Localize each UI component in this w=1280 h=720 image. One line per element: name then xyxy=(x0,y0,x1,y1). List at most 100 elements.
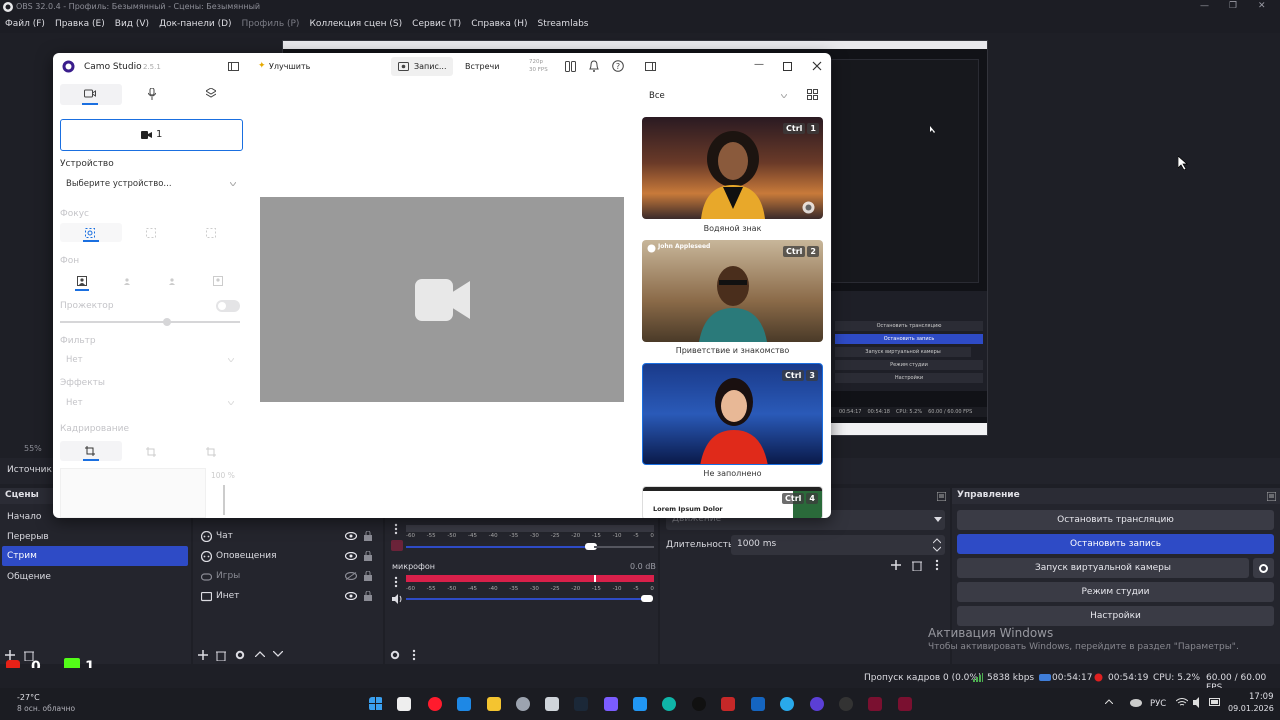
lock-icon[interactable] xyxy=(364,571,372,581)
camo-close-icon[interactable] xyxy=(812,61,822,71)
device-select[interactable]: Выберите устройство... xyxy=(60,175,240,193)
edge-icon[interactable] xyxy=(662,697,676,711)
studio-mode-button[interactable]: Режим студии xyxy=(957,582,1274,602)
columns-icon[interactable] xyxy=(565,61,576,72)
scene-item[interactable]: Общение xyxy=(7,572,51,582)
crop-face-icon[interactable] xyxy=(146,447,156,457)
scene-item-selected[interactable]: Стрим xyxy=(2,546,188,566)
app-icon[interactable] xyxy=(633,697,647,711)
lock-icon[interactable] xyxy=(364,591,372,601)
menu-edit[interactable]: Правка (E) xyxy=(55,19,105,29)
gear-icon[interactable] xyxy=(235,650,245,660)
telegram-icon[interactable] xyxy=(780,697,794,711)
input-language[interactable]: РУС xyxy=(1150,699,1166,709)
source-item[interactable]: Игры xyxy=(216,571,240,581)
source-item[interactable]: Оповещения xyxy=(216,551,276,561)
sidebar-toggle-icon[interactable] xyxy=(228,62,239,71)
menu-profile[interactable]: Профиль (P) xyxy=(242,19,300,29)
meetings-button[interactable]: Встречи xyxy=(465,62,499,71)
tab-camera[interactable] xyxy=(60,84,122,105)
battery-icon[interactable] xyxy=(1209,698,1221,706)
app-icon[interactable] xyxy=(604,697,618,711)
dock-menu-icon[interactable] xyxy=(1267,492,1276,501)
duration-spinbox[interactable]: 1000 ms xyxy=(731,535,945,555)
task-view-icon[interactable] xyxy=(397,697,411,711)
scene-item[interactable]: Начало xyxy=(7,512,41,522)
camo-minimize-icon[interactable]: — xyxy=(754,59,764,70)
record-button[interactable]: Запис... xyxy=(391,57,453,76)
grid-view-icon[interactable] xyxy=(807,89,818,100)
maximize-icon[interactable]: ❐ xyxy=(1229,1,1237,11)
speaker-icon[interactable] xyxy=(392,594,403,604)
layers-icon[interactable] xyxy=(206,88,216,98)
menu-view[interactable]: Вид (V) xyxy=(115,19,149,29)
microphone-icon[interactable] xyxy=(148,88,156,100)
file-explorer-icon[interactable] xyxy=(487,697,501,711)
menu-docks[interactable]: Док-панели (D) xyxy=(159,19,231,29)
panel-toggle-icon[interactable] xyxy=(645,62,656,71)
settings-button[interactable]: Настройки xyxy=(957,606,1274,626)
spotlight-toggle[interactable] xyxy=(216,300,240,312)
overlay-thumbnail[interactable]: Ctrl 1 xyxy=(642,117,823,219)
virtual-camera-settings-button[interactable] xyxy=(1253,558,1274,578)
menu-tools[interactable]: Сервис (T) xyxy=(412,19,461,29)
chevron-up-icon[interactable] xyxy=(255,651,265,657)
camera-slot-1[interactable]: 1 xyxy=(60,119,243,151)
menu-scene-collection[interactable]: Коллекция сцен (S) xyxy=(309,19,402,29)
mic-volume-track[interactable] xyxy=(406,598,648,600)
app-icon[interactable] xyxy=(868,697,882,711)
add-icon[interactable] xyxy=(198,650,208,660)
app-icon[interactable] xyxy=(898,697,912,711)
clock-date[interactable]: 09.01.2026 xyxy=(1228,704,1274,713)
focus-auto-button[interactable] xyxy=(60,223,122,242)
stop-record-button[interactable]: Остановить запись xyxy=(957,534,1274,554)
spotlight-slider-handle[interactable] xyxy=(163,318,171,326)
dock-menu-icon[interactable] xyxy=(937,492,946,501)
tray-chevron-icon[interactable] xyxy=(1105,699,1113,704)
mic-volume-handle[interactable] xyxy=(641,595,653,602)
background-image-icon[interactable] xyxy=(213,276,223,286)
kebab-icon[interactable] xyxy=(394,523,398,535)
trash-icon[interactable] xyxy=(912,560,922,571)
settings-app-icon[interactable] xyxy=(516,697,530,711)
steam-icon[interactable] xyxy=(574,697,588,711)
focus-manual-icon[interactable] xyxy=(206,228,216,238)
windows-start-icon[interactable] xyxy=(369,697,383,711)
app-icon[interactable] xyxy=(457,697,471,711)
source-item[interactable]: Чат xyxy=(216,531,233,541)
source-item[interactable]: Инет xyxy=(216,591,239,601)
menu-streamlabs[interactable]: Streamlabs xyxy=(538,19,589,29)
obs-taskbar-icon[interactable] xyxy=(839,697,853,711)
effects-select[interactable]: Нет xyxy=(66,398,83,408)
crop-manual-icon[interactable] xyxy=(206,447,216,457)
lock-icon[interactable] xyxy=(364,531,372,541)
eye-icon[interactable] xyxy=(345,552,357,560)
weather-temp[interactable]: -27°C xyxy=(17,693,40,702)
camo-maximize-icon[interactable] xyxy=(783,62,792,71)
mixer-settings-icon[interactable] xyxy=(390,650,400,660)
add-icon[interactable] xyxy=(891,560,901,570)
media-player-icon[interactable] xyxy=(692,697,706,711)
kebab-icon[interactable] xyxy=(412,649,416,661)
eye-icon[interactable] xyxy=(345,532,357,540)
stop-stream-button[interactable]: Остановить трансляцию xyxy=(957,510,1274,530)
overlay-thumbnail[interactable]: Lorem Ipsum Dolor Ctrl 4 xyxy=(642,486,823,518)
filter-select[interactable]: Нет xyxy=(66,355,83,365)
eye-icon[interactable] xyxy=(345,592,357,600)
kebab-icon[interactable] xyxy=(394,576,398,588)
crop-auto-button[interactable] xyxy=(60,441,122,461)
trash-icon[interactable] xyxy=(216,650,226,661)
overlay-thumbnail[interactable]: John Appleseed Ctrl 2 xyxy=(642,240,823,342)
menu-help[interactable]: Справка (H) xyxy=(471,19,527,29)
background-portrait-icon[interactable] xyxy=(167,276,177,286)
background-blur-icon[interactable] xyxy=(122,276,132,286)
onedrive-icon[interactable] xyxy=(1130,697,1142,707)
app-icon[interactable] xyxy=(751,697,765,711)
opera-icon[interactable] xyxy=(428,697,442,711)
add-icon[interactable] xyxy=(5,650,15,660)
camera-app-icon[interactable] xyxy=(545,697,559,711)
app-icon[interactable] xyxy=(721,697,735,711)
kebab-icon[interactable] xyxy=(935,559,939,571)
crop-zoom-slider[interactable] xyxy=(223,485,225,515)
close-icon[interactable]: ✕ xyxy=(1258,1,1266,11)
